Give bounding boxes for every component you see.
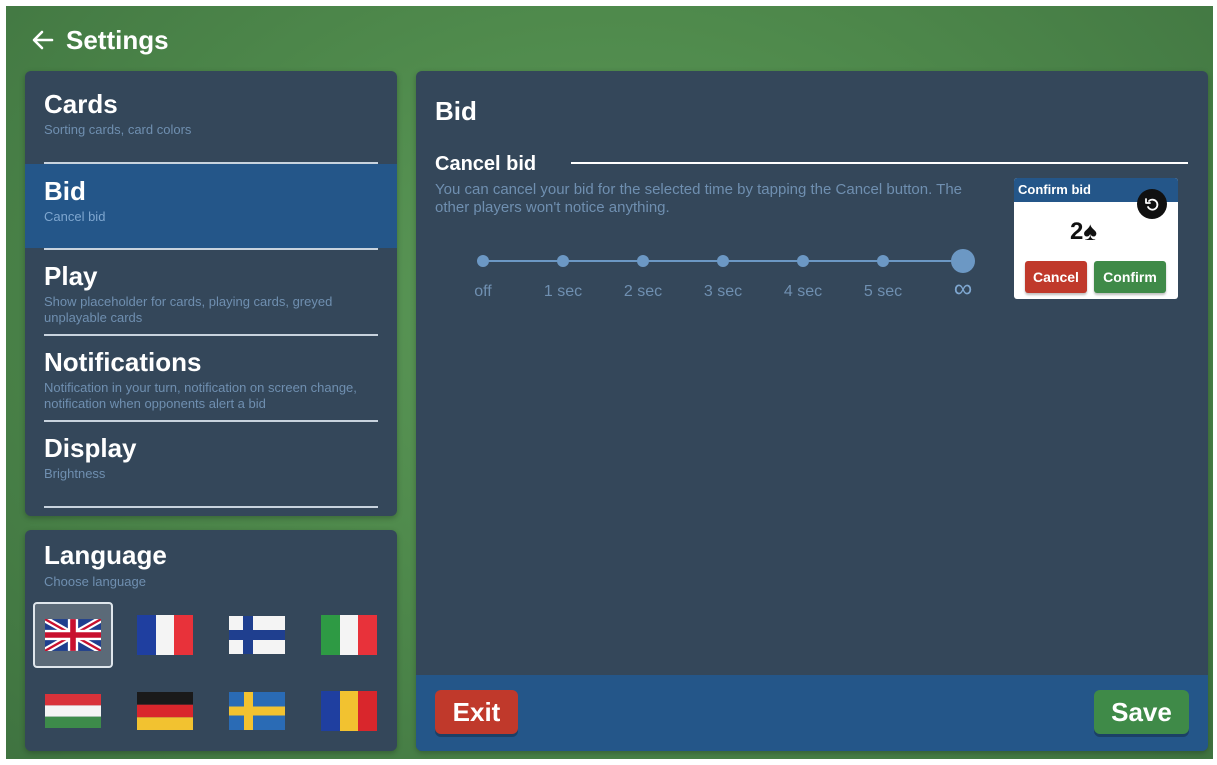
nav-item-subtitle: Cancel bid (44, 209, 106, 224)
slider-label-infinity: ∞ (953, 273, 973, 303)
flag-hungary[interactable] (33, 678, 113, 744)
nav-item-play[interactable]: Play Show placeholder for cards, playing… (25, 261, 397, 333)
nav-divider (44, 420, 378, 422)
nav-item-title: Display (44, 433, 137, 463)
preview-bid: 2 ♠ (1070, 216, 1097, 247)
flag-italy[interactable] (309, 602, 389, 668)
settings-nav: Cards Sorting cards, card colors Bid Can… (25, 71, 397, 516)
preview-cancel-button: Cancel (1025, 261, 1087, 293)
nav-item-title: Cards (44, 89, 118, 119)
nav-item-display[interactable]: Display Brightness (25, 433, 397, 505)
page-title: Settings (66, 24, 169, 55)
nav-item-bid[interactable]: Bid Cancel bid (25, 164, 397, 248)
sweden-flag-icon (229, 692, 285, 730)
section-page-title: Bid (435, 96, 477, 126)
nav-item-subtitle: Sorting cards, card colors (44, 122, 192, 137)
flag-germany[interactable] (125, 678, 205, 744)
slider-stop-2sec[interactable] (637, 255, 649, 267)
nav-item-cards[interactable]: Cards Sorting cards, card colors (25, 89, 397, 161)
nav-item-subtitle: Notification in your turn, notification … (44, 380, 357, 411)
uk-flag-icon (45, 619, 101, 651)
bid-settings-panel: Bid Cancel bid You can cancel your bid f… (416, 71, 1208, 751)
flag-finland[interactable] (217, 602, 297, 668)
nav-divider (44, 334, 378, 336)
slider-stop-5sec[interactable] (877, 255, 889, 267)
cancel-bid-description: You can cancel your bid for the selected… (435, 181, 963, 216)
language-panel: Language Choose language (25, 530, 397, 751)
nav-item-title: Notifications (44, 347, 202, 377)
cancel-time-slider[interactable]: off 1 sec 2 sec 3 sec 4 sec 5 sec ∞ (456, 241, 996, 311)
germany-flag-icon (137, 692, 193, 730)
flag-france[interactable] (125, 602, 205, 668)
nav-item-title: Bid (44, 176, 86, 206)
slider-stop-1sec[interactable] (557, 255, 569, 267)
slider-label: 4 sec (783, 283, 823, 300)
spade-icon: ♠ (1083, 216, 1098, 246)
preview-title: Confirm bid (1018, 182, 1091, 197)
cancel-bid-heading: Cancel bid (435, 153, 537, 175)
section-divider (571, 162, 1188, 164)
footer-bar: Exit Save (416, 675, 1208, 751)
slider-label: 3 sec (703, 283, 743, 300)
slider-stop-3sec[interactable] (717, 255, 729, 267)
nav-divider (44, 506, 378, 508)
nav-item-notifications[interactable]: Notifications Notification in your turn,… (25, 347, 397, 419)
flag-romania[interactable] (309, 678, 389, 744)
language-title: Language (44, 540, 167, 570)
slider-stop-4sec[interactable] (797, 255, 809, 267)
hungary-flag-icon (45, 694, 101, 728)
language-subtitle: Choose language (44, 574, 146, 589)
nav-divider (44, 248, 378, 250)
slider-label: 1 sec (543, 283, 583, 300)
save-button[interactable]: Save (1094, 690, 1189, 734)
back-arrow-icon[interactable] (30, 27, 56, 53)
slider-stop-off[interactable] (477, 255, 489, 267)
finland-flag-icon (229, 616, 285, 654)
slider-thumb[interactable] (951, 249, 975, 273)
slider-label: off (474, 283, 492, 300)
preview-confirm-button: Confirm (1094, 261, 1166, 293)
flag-uk[interactable] (33, 602, 113, 668)
nav-item-title: Play (44, 261, 98, 291)
nav-item-subtitle: Brightness (44, 466, 106, 481)
france-flag-icon (137, 615, 193, 655)
flag-sweden[interactable] (217, 678, 297, 744)
slider-label: 5 sec (863, 283, 903, 300)
slider-label: 2 sec (623, 283, 663, 300)
confirm-bid-preview: Confirm bid 2 ♠ Cancel Confirm (1014, 178, 1178, 299)
undo-icon (1137, 189, 1167, 219)
bid-level: 2 (1070, 217, 1084, 245)
exit-button[interactable]: Exit (435, 690, 518, 734)
nav-item-subtitle: Show placeholder for cards, playing card… (44, 294, 333, 325)
romania-flag-icon (321, 691, 377, 731)
italy-flag-icon (321, 615, 377, 655)
top-bar: Settings (30, 22, 169, 58)
